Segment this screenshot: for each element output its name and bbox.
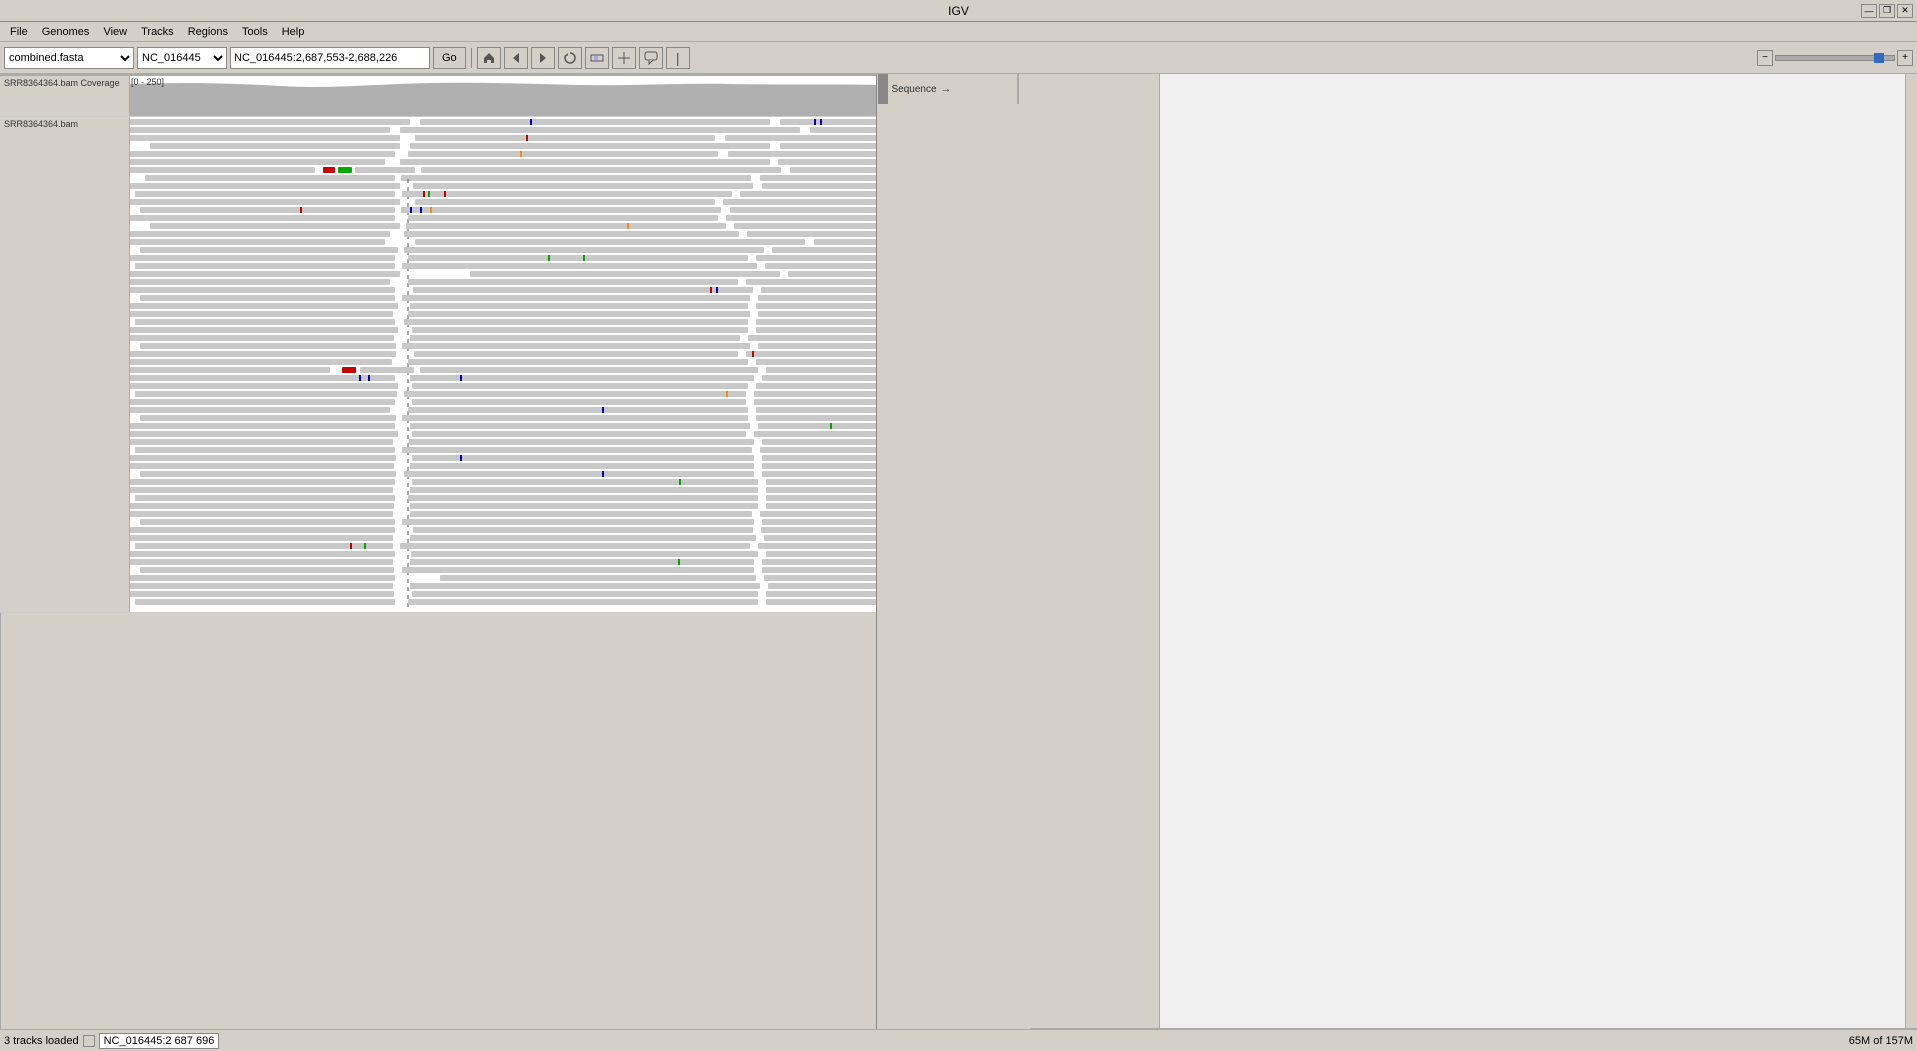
- divider-button[interactable]: |: [666, 47, 690, 69]
- zoom-in-button[interactable]: +: [1897, 50, 1913, 66]
- empty-label: [1030, 74, 1160, 1028]
- menu-bar: File Genomes View Tracks Regions Tools H…: [0, 22, 1917, 42]
- tracks-loaded-label: 3 tracks loaded: [4, 1035, 79, 1047]
- zoom-slider-track[interactable]: [1775, 55, 1895, 61]
- sequence-track: Sequence → Colors cycling: A=green, T=re…: [888, 74, 1030, 1029]
- main-content: ◄ 675 bp ► 2 687 600 bp 2 687: [0, 74, 1917, 1029]
- menu-tracks[interactable]: Tracks: [135, 25, 180, 39]
- chromosome-select[interactable]: NC_016445: [137, 47, 227, 69]
- menu-genomes[interactable]: Genomes: [36, 25, 96, 39]
- window-controls[interactable]: — ❐ ✕: [1861, 4, 1913, 18]
- go-button[interactable]: Go: [433, 47, 466, 69]
- menu-file[interactable]: File: [4, 25, 34, 39]
- menu-view[interactable]: View: [97, 25, 133, 39]
- sequence-track-label: Sequence →: [888, 74, 1018, 104]
- menu-help[interactable]: Help: [276, 25, 311, 39]
- restore-button[interactable]: ❐: [1879, 4, 1895, 18]
- menu-regions[interactable]: Regions: [182, 25, 234, 39]
- title-bar: IGV — ❐ ✕: [0, 0, 1917, 22]
- empty-data: [1160, 74, 1906, 1028]
- zoom-slider-thumb[interactable]: [1874, 53, 1884, 63]
- empty-scrollbar: [1905, 74, 1917, 1028]
- minimize-button[interactable]: —: [1861, 4, 1877, 18]
- select-region-button[interactable]: [612, 47, 636, 69]
- coverage-track-data[interactable]: [0 - 250]: [130, 76, 876, 116]
- back-button[interactable]: [504, 47, 528, 69]
- tooltip-button[interactable]: [639, 47, 663, 69]
- reads-track-label: SRR8364364.bam: [0, 117, 130, 612]
- reads-track-data[interactable]: [130, 117, 888, 612]
- coverage-track: SRR8364364.bam Coverage [0 - 250]: [0, 76, 888, 117]
- reads-track: SRR8364364.bam: [0, 117, 888, 613]
- coverage-range-label: [0 - 250]: [131, 77, 164, 87]
- coordinate-input[interactable]: [230, 47, 430, 69]
- reads-svg: [130, 117, 888, 612]
- track-view: ◄ 675 bp ► 2 687 600 bp 2 687: [0, 74, 888, 1029]
- coverage-track-label: SRR8364364.bam Coverage: [0, 76, 130, 116]
- empty-area: [1030, 74, 1917, 1029]
- home-button[interactable]: [477, 47, 501, 69]
- vertical-scrollbar[interactable]: [876, 74, 888, 1029]
- close-button[interactable]: ✕: [1897, 4, 1913, 18]
- coverage-svg: [130, 76, 876, 116]
- toolbar: combined.fasta NC_016445 Go: [0, 42, 1917, 74]
- refresh-button[interactable]: [558, 47, 582, 69]
- forward-button[interactable]: [531, 47, 555, 69]
- reads-scrollbar-space: [0, 613, 12, 1029]
- zoom-out-button[interactable]: −: [1757, 50, 1773, 66]
- genome-select[interactable]: combined.fasta: [4, 47, 134, 69]
- separator-1: [471, 48, 472, 68]
- scrollbar-thumb[interactable]: [878, 74, 888, 104]
- menu-tools[interactable]: Tools: [236, 25, 274, 39]
- status-bar: 3 tracks loaded NC_016445:2 687 696 65M …: [0, 1029, 1917, 1051]
- memory-usage: 65M of 157M: [1849, 1035, 1913, 1047]
- zoom-area: − +: [1757, 50, 1913, 66]
- status-coordinates: NC_016445:2 687 696: [99, 1033, 220, 1049]
- region-navigator-button[interactable]: [585, 47, 609, 69]
- sequence-scrollbar-space: [1018, 74, 1030, 104]
- status-indicator: [83, 1035, 95, 1047]
- window-title: IGV: [948, 4, 969, 18]
